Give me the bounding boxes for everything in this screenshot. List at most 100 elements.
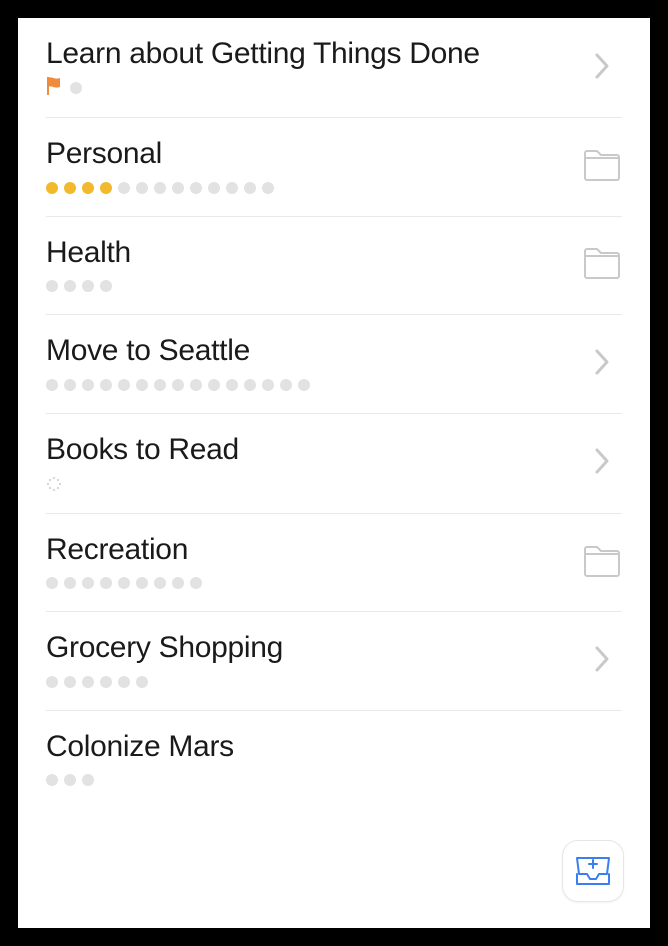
progress-dot-empty [64,280,76,292]
progress-dot-empty [190,379,202,391]
progress-dot-empty [154,182,166,194]
list-item[interactable]: Health [46,217,622,315]
list-item-meta [46,676,578,688]
progress-dots [46,577,202,589]
list-item-title: Colonize Mars [46,729,578,764]
chevron-right-icon [594,447,610,475]
list-item-title: Health [46,235,578,270]
progress-dots [46,182,274,194]
list-item-title: Recreation [46,532,578,567]
list-item-body: Health [46,235,578,292]
list-item-meta [46,81,578,95]
list-item-title: Books to Read [46,432,578,467]
progress-dot-empty [46,676,58,688]
list-item-body: Move to Seattle [46,333,578,390]
list-item-body: Personal [46,136,578,193]
progress-dot-empty [82,676,94,688]
list-item-accessory [578,148,626,182]
progress-dot-filled [100,182,112,194]
list-item-meta [46,182,578,194]
list-item-meta [46,477,578,491]
flag-icon [46,77,62,95]
progress-dot-empty [64,577,76,589]
progress-dot-empty [226,379,238,391]
list-item-accessory [578,52,626,80]
list-item[interactable]: Move to Seattle [46,315,622,413]
progress-dot-empty [190,577,202,589]
list-item-accessory [578,246,626,280]
progress-dot-filled [46,182,58,194]
progress-dot-empty [190,182,202,194]
progress-dot-empty [172,379,184,391]
progress-dot-empty [118,676,130,688]
list-item-accessory [578,348,626,376]
add-to-inbox-icon [574,855,612,887]
list-item[interactable]: Recreation [46,514,622,612]
progress-dot-empty [262,379,274,391]
progress-dot-empty [244,379,256,391]
progress-dots [46,280,112,292]
list-item-title: Learn about Getting Things Done [46,36,578,71]
progress-dot-empty [70,82,82,94]
progress-dot-empty [172,182,184,194]
list-item-title: Grocery Shopping [46,630,578,665]
progress-dot-empty [136,182,148,194]
chevron-right-icon [594,645,610,673]
progress-dot-empty [100,280,112,292]
list-item-body: Books to Read [46,432,578,491]
progress-dot-empty [172,577,184,589]
progress-dot-filled [64,182,76,194]
list-item-title: Personal [46,136,578,171]
progress-dot-empty [46,577,58,589]
list-item-accessory [578,544,626,578]
list-item-accessory [578,447,626,475]
progress-dot-empty [118,182,130,194]
progress-dot-empty [100,676,112,688]
chevron-right-icon [594,348,610,376]
progress-dot-empty [46,774,58,786]
progress-dot-empty [82,577,94,589]
progress-dot-empty [64,676,76,688]
progress-dot-filled [82,182,94,194]
list-item-body: Grocery Shopping [46,630,578,687]
list-item[interactable]: Learn about Getting Things Done [46,18,622,118]
progress-dot-empty [46,379,58,391]
progress-dot-empty [82,280,94,292]
progress-dot-empty [100,379,112,391]
progress-dot-empty [298,379,310,391]
list-item[interactable]: Personal [46,118,622,216]
progress-dot-empty [208,182,220,194]
progress-dot-empty [154,577,166,589]
progress-dot-empty [118,379,130,391]
progress-dot-empty [64,774,76,786]
list-item-body: Colonize Mars [46,729,578,786]
progress-dot-empty [226,182,238,194]
add-to-inbox-button[interactable] [562,840,624,902]
list-item-meta [46,577,578,589]
progress-dot-empty [154,379,166,391]
progress-dot-empty [100,577,112,589]
list-item-meta [46,774,578,786]
progress-dot-empty [118,577,130,589]
folder-icon [582,148,622,182]
app-frame: Learn about Getting Things Done Personal H… [18,18,650,928]
list-item[interactable]: Grocery Shopping [46,612,622,710]
progress-dot-empty [136,676,148,688]
progress-dot-empty [82,379,94,391]
list-item-title: Move to Seattle [46,333,578,368]
folder-icon [582,246,622,280]
progress-dots [46,379,310,391]
progress-dot-empty [136,577,148,589]
progress-dots [70,82,82,94]
folder-icon [582,544,622,578]
progress-dots [46,774,94,786]
list-item[interactable]: Colonize Mars [46,711,622,808]
progress-dot-empty [262,182,274,194]
progress-dot-empty [208,379,220,391]
progress-dot-empty [244,182,256,194]
list-item[interactable]: Books to Read [46,414,622,514]
chevron-right-icon [594,52,610,80]
list-item-body: Recreation [46,532,578,589]
list-item-accessory [578,645,626,673]
loading-indicator-icon [47,477,61,491]
